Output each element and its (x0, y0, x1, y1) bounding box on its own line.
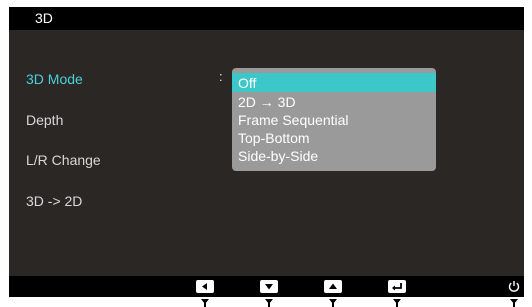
menu-item-lr-change[interactable]: L/R Change (26, 152, 101, 168)
value-separator: : (219, 69, 223, 84)
down-button[interactable] (260, 280, 278, 293)
option-label: Top-Bottom (238, 130, 310, 146)
left-button[interactable] (196, 280, 214, 293)
menu-item-3d-to-2d[interactable]: 3D -> 2D (26, 193, 82, 209)
down-key-pointer-icon (265, 299, 273, 307)
enter-key-pointer-icon (393, 299, 401, 307)
up-button[interactable] (324, 280, 342, 293)
enter-icon (392, 283, 402, 291)
enter-button[interactable] (388, 280, 406, 293)
osd-window: 3D 3D Mode Depth L/R Change 3D -> 2D : O… (9, 7, 524, 297)
option-side-by-side[interactable]: Side-by-Side (232, 148, 436, 164)
option-label: Off (238, 75, 257, 91)
menu-item-depth[interactable]: Depth (26, 112, 63, 128)
up-key-pointer-icon (329, 299, 337, 307)
option-label: Side-by-Side (238, 148, 319, 164)
control-bar (9, 276, 524, 297)
power-icon[interactable] (507, 279, 521, 293)
3d-mode-dropdown[interactable]: Off 2D → 3D Frame Sequential Top-Bottom … (232, 68, 436, 171)
option-off[interactable]: Off (232, 73, 436, 92)
left-key-pointer-icon (201, 299, 209, 307)
option-label: 2D → 3D (238, 94, 296, 110)
left-arrow-icon (202, 283, 207, 290)
power-key-pointer-icon (510, 299, 518, 307)
page-title: 3D (35, 10, 53, 26)
option-top-bottom[interactable]: Top-Bottom (232, 130, 436, 146)
down-arrow-icon (265, 284, 273, 290)
menu-item-3d-mode[interactable]: 3D Mode (26, 71, 83, 87)
title-bar: 3D (9, 7, 524, 30)
option-label: Frame Sequential (238, 112, 349, 128)
option-frame-sequential[interactable]: Frame Sequential (232, 112, 436, 128)
option-2d-to-3d[interactable]: 2D → 3D (232, 94, 436, 110)
up-arrow-icon (329, 283, 337, 289)
